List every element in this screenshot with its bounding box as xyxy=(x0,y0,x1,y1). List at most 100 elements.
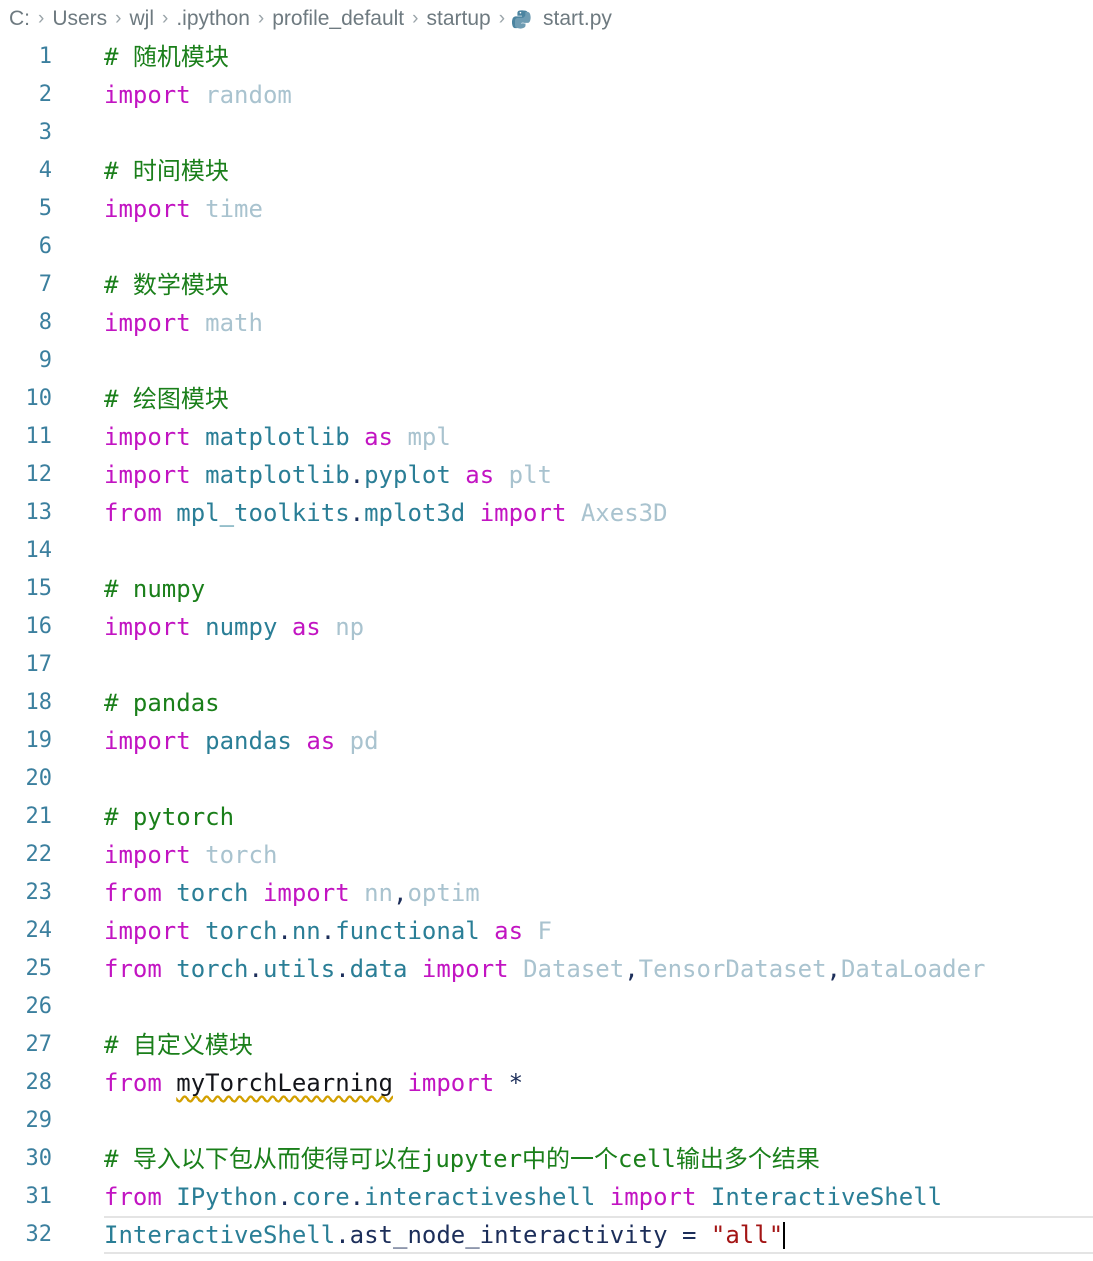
code-editor[interactable]: 1 # 随机模块 2 import random 3 4 # 时间模块 5 import tim… xyxy=(0,38,1093,1254)
token-module: utils xyxy=(262,955,336,983)
token-keyword: import xyxy=(407,1069,495,1097)
token-warn: myTorchLearning xyxy=(176,1069,393,1097)
token-op: . xyxy=(335,955,350,983)
code-line[interactable]: 11 import matplotlib as mpl xyxy=(0,418,1093,456)
code-line[interactable]: 30 # 导入以下包从而使得可以在jupyter中的一个cell输出多个结果 xyxy=(0,1140,1093,1178)
breadcrumb-segment-0[interactable]: C: xyxy=(8,7,31,31)
token-op: . xyxy=(277,1183,292,1211)
code-text[interactable]: # pytorch xyxy=(52,798,234,836)
code-line[interactable]: 22 import torch xyxy=(0,836,1093,874)
code-line[interactable]: 16 import numpy as np xyxy=(0,608,1093,646)
breadcrumb-segment-1[interactable]: Users xyxy=(51,7,108,31)
code-text[interactable]: import time xyxy=(52,190,263,228)
code-text[interactable]: # pandas xyxy=(52,684,220,722)
token-alias: torch xyxy=(205,841,278,869)
token-op: . xyxy=(248,955,263,983)
code-text[interactable]: import math xyxy=(52,304,263,342)
code-line[interactable]: 9 xyxy=(0,342,1093,380)
line-number: 14 xyxy=(25,538,53,563)
code-line[interactable]: 31 from IPython.core.interactiveshell imp… xyxy=(0,1178,1093,1216)
token-op: . xyxy=(349,499,365,527)
code-text[interactable]: from myTorchLearning import * xyxy=(52,1064,523,1102)
breadcrumb-segment-5[interactable]: startup xyxy=(425,7,491,31)
code-text[interactable]: from IPython.core.interactiveshell impor… xyxy=(52,1178,942,1216)
code-text[interactable]: from torch import nn,optim xyxy=(52,874,480,912)
code-text[interactable]: from torch.utils.data import Dataset,Ten… xyxy=(52,950,985,988)
breadcrumb-file[interactable]: start.py xyxy=(511,7,612,31)
code-text[interactable]: # numpy xyxy=(52,570,205,608)
code-text[interactable]: import torch.nn.functional as F xyxy=(52,912,552,950)
token-op: * xyxy=(508,1069,524,1097)
code-line[interactable]: 23 from torch import nn,optim xyxy=(0,874,1093,912)
code-line[interactable]: 21 # pytorch xyxy=(0,798,1093,836)
breadcrumb-segment-4[interactable]: profile_default xyxy=(271,7,405,31)
breadcrumb-segment-3[interactable]: .ipython xyxy=(175,7,251,31)
code-line[interactable]: 28 from myTorchLearning import * xyxy=(0,1064,1093,1102)
code-text[interactable] xyxy=(52,228,104,266)
code-line[interactable]: 10 # 绘图模块 xyxy=(0,380,1093,418)
code-line[interactable]: 12 import matplotlib.pyplot as plt xyxy=(0,456,1093,494)
code-line[interactable]: 24 import torch.nn.functional as F xyxy=(0,912,1093,950)
token-alias: nn xyxy=(364,879,394,907)
token-keyword: as xyxy=(494,917,524,945)
code-text[interactable]: # 数学模块 xyxy=(52,266,229,304)
code-line[interactable]: 3 xyxy=(0,114,1093,152)
token-comment: # xyxy=(104,271,133,299)
code-line[interactable]: 13 from mpl_toolkits.mplot3d import Axes3… xyxy=(0,494,1093,532)
token-op: , xyxy=(826,955,841,983)
code-text[interactable]: # 时间模块 xyxy=(52,152,229,190)
code-text[interactable] xyxy=(52,1102,104,1140)
code-line[interactable]: 6 xyxy=(0,228,1093,266)
code-line[interactable]: 15 # numpy xyxy=(0,570,1093,608)
code-text[interactable] xyxy=(52,532,104,570)
code-text[interactable]: # 自定义模块 xyxy=(52,1026,253,1064)
code-text[interactable]: # 导入以下包从而使得可以在jupyter中的一个cell输出多个结果 xyxy=(52,1140,820,1178)
code-line[interactable]: 7 # 数学模块 xyxy=(0,266,1093,304)
code-text[interactable] xyxy=(52,342,104,380)
code-line[interactable]: 18 # pandas xyxy=(0,684,1093,722)
token-comment: # pytorch xyxy=(104,803,235,831)
code-text[interactable]: import random xyxy=(52,76,292,114)
token-comment: # numpy xyxy=(104,575,206,603)
code-text[interactable]: import matplotlib as mpl xyxy=(52,418,451,456)
token-module: torch xyxy=(176,955,249,983)
token-alias: mpl xyxy=(407,423,451,451)
code-text[interactable] xyxy=(52,988,104,1026)
code-line[interactable]: 25 from torch.utils.data import Dataset,T… xyxy=(0,950,1093,988)
code-text[interactable] xyxy=(52,760,104,798)
line-number: 4 xyxy=(38,158,52,183)
code-text[interactable]: import pandas as pd xyxy=(52,722,379,760)
code-text[interactable]: import torch xyxy=(52,836,277,874)
code-line[interactable]: 29 xyxy=(0,1102,1093,1140)
code-line[interactable]: 20 xyxy=(0,760,1093,798)
code-line[interactable]: 8 import math xyxy=(0,304,1093,342)
code-text[interactable]: from mpl_toolkits.mplot3d import Axes3D xyxy=(52,494,668,532)
code-line[interactable]: 26 xyxy=(0,988,1093,1026)
code-line[interactable]: 17 xyxy=(0,646,1093,684)
code-text[interactable]: # 绘图模块 xyxy=(52,380,229,418)
breadcrumb-segment-2[interactable]: wjl xyxy=(129,7,156,31)
token-op: , xyxy=(393,879,408,907)
code-text[interactable]: # 随机模块 xyxy=(52,38,229,76)
code-line[interactable]: 1 # 随机模块 xyxy=(0,38,1093,76)
code-line[interactable]: 2 import random xyxy=(0,76,1093,114)
breadcrumb-separator-icon: › xyxy=(412,8,419,29)
code-text[interactable] xyxy=(52,646,104,684)
code-line[interactable]: 14 xyxy=(0,532,1093,570)
code-line[interactable]: 5 import time xyxy=(0,190,1093,228)
line-number: 30 xyxy=(25,1146,53,1171)
code-line[interactable]: 32 InteractiveShell.ast_node_interactivit… xyxy=(0,1216,1093,1254)
code-line[interactable]: 27 # 自定义模块 xyxy=(0,1026,1093,1064)
code-line[interactable]: 19 import pandas as pd xyxy=(0,722,1093,760)
code-text[interactable] xyxy=(52,114,104,152)
code-line[interactable]: 4 # 时间模块 xyxy=(0,152,1093,190)
code-text[interactable]: import numpy as np xyxy=(52,608,364,646)
code-text[interactable]: InteractiveShell.ast_node_interactivity … xyxy=(52,1216,786,1254)
breadcrumb[interactable]: C: › Users › wjl › .ipython › profile_default › st… xyxy=(0,0,1093,38)
token-keyword: import xyxy=(104,727,191,755)
code-text[interactable]: import matplotlib.pyplot as plt xyxy=(52,456,552,494)
